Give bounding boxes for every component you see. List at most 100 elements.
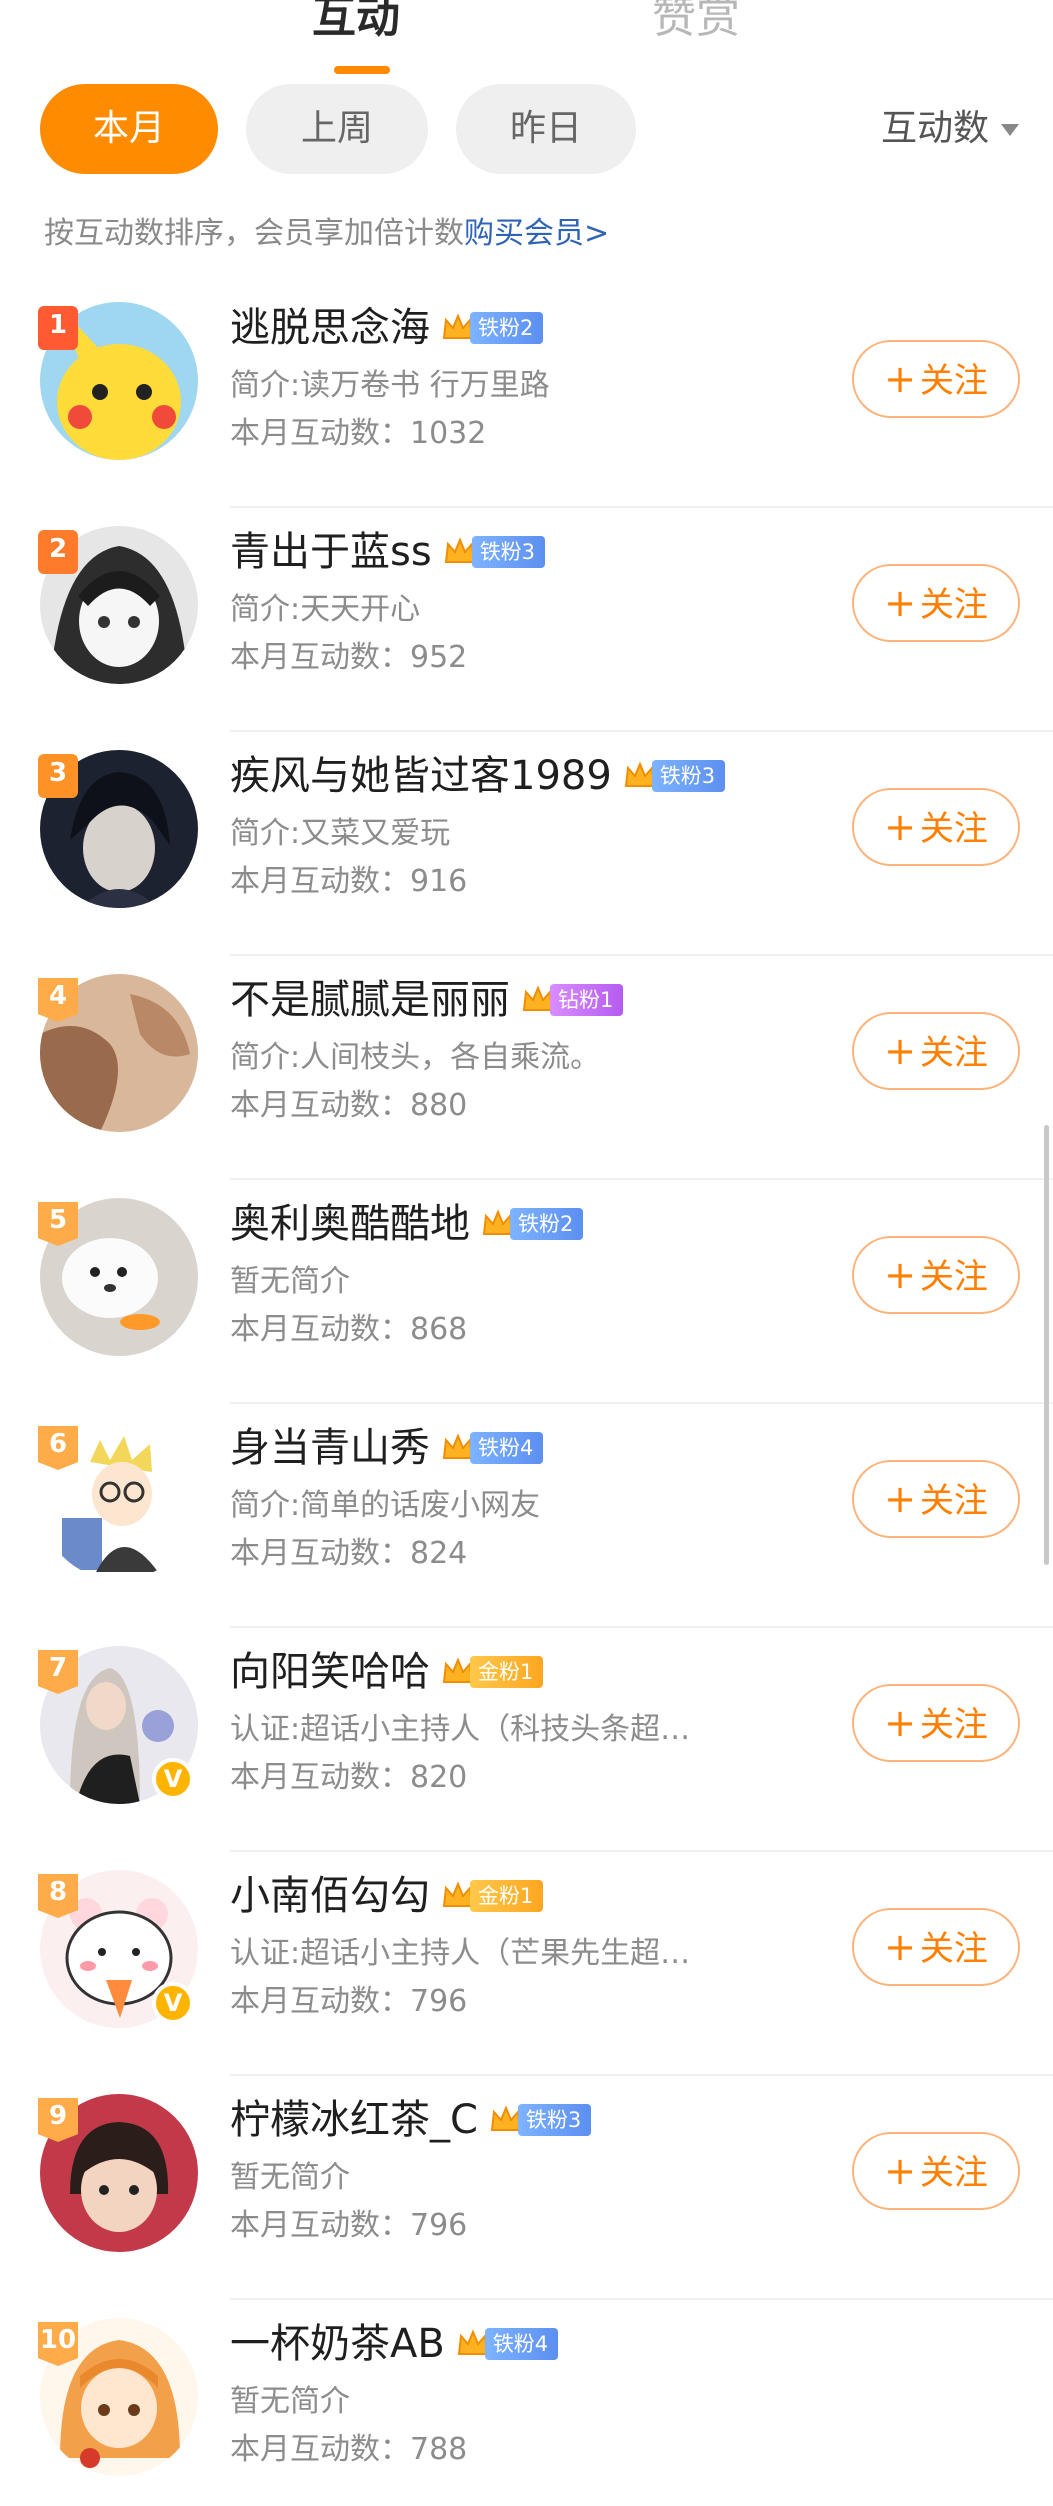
user-bio: 暂无简介 <box>230 2160 350 2195</box>
plus-icon: + <box>884 1477 916 1521</box>
fan-badge: 铁粉3 <box>488 2102 592 2138</box>
follow-label: 关注 <box>919 2153 988 2193</box>
caret-down-icon <box>1001 124 1019 136</box>
user-name[interactable]: 疾风与她皆过客1989 <box>230 746 612 806</box>
user-name[interactable]: 向阳笑哈哈 <box>230 1642 430 1702</box>
fan-badge: 金粉1 <box>440 1878 544 1914</box>
filter-yesterday[interactable]: 昨日 <box>456 84 636 174</box>
follow-button[interactable]: + 关注 <box>852 1012 1020 1090</box>
tab-interaction[interactable]: 互动 <box>312 0 400 48</box>
interaction-count: 本月互动数：916 <box>230 864 468 899</box>
list-item[interactable]: V 7 向阳笑哈哈 金粉1 认证:超话小主持人（科技头条超… 本月互动数：820… <box>0 1628 1053 1852</box>
top-tab-bar: 互动 赞赏 <box>0 0 1053 80</box>
user-bio: 简介:天天开心 <box>230 592 421 627</box>
rank-badge: 2 <box>38 530 78 574</box>
list-item[interactable]: 10 一杯奶茶AB 铁粉4 暂无简介 本月互动数：788 <box>0 2300 1053 2506</box>
follow-button[interactable]: + 关注 <box>852 788 1020 866</box>
fan-level: 铁粉2 <box>510 1208 584 1240</box>
fan-level: 铁粉4 <box>470 1432 544 1464</box>
follow-label: 关注 <box>919 1033 988 1073</box>
filter-bar: 本月 上周 昨日 互动数 <box>0 84 1053 178</box>
user-name[interactable]: 不是腻腻是丽丽 <box>230 970 510 1030</box>
follow-button[interactable]: + 关注 <box>852 2132 1020 2210</box>
rank-badge: 5 <box>38 1202 78 1246</box>
list-item[interactable]: 2 青出于蓝ss 铁粉3 简介:天天开心 本月互动数：952 + 关注 <box>0 508 1053 732</box>
plus-icon: + <box>884 1253 916 1297</box>
rank-badge: 3 <box>38 754 78 798</box>
fan-level: 金粉1 <box>470 1656 544 1688</box>
fan-badge: 铁粉2 <box>440 310 544 346</box>
plus-icon: + <box>884 1701 916 1745</box>
user-bio: 简介:简单的话废小网友 <box>230 1488 541 1523</box>
sort-dropdown[interactable]: 互动数 <box>881 106 1019 152</box>
interaction-count: 本月互动数：796 <box>230 1984 468 2019</box>
fan-level: 铁粉2 <box>470 312 544 344</box>
interaction-count: 本月互动数：868 <box>230 1312 468 1347</box>
rank-badge: 10 <box>38 2322 78 2366</box>
follow-label: 关注 <box>919 585 988 625</box>
follow-button[interactable]: + 关注 <box>852 340 1020 418</box>
follow-button[interactable]: + 关注 <box>852 1236 1020 1314</box>
name-line: 奥利奥酷酷地 铁粉2 <box>230 1194 584 1254</box>
interaction-count: 本月互动数：820 <box>230 1760 468 1795</box>
follow-button[interactable]: + 关注 <box>852 564 1020 642</box>
list-item[interactable]: V 8 小南佰勾勾 金粉1 认证:超话小主持人（芒果先生超… 本月互动数：796… <box>0 1852 1053 2076</box>
follow-label: 关注 <box>919 809 988 849</box>
name-line: 向阳笑哈哈 金粉1 <box>230 1642 544 1702</box>
list-item[interactable]: 1 逃脱思念海 铁粉2 简介:读万卷书 行万里路 本月互动数：1032 + 关注 <box>0 284 1053 508</box>
user-name[interactable]: 身当青山秀 <box>230 1418 430 1478</box>
verified-icon: V <box>152 1758 194 1800</box>
rank-badge: 4 <box>38 978 78 1022</box>
filter-this-month[interactable]: 本月 <box>40 84 218 174</box>
user-bio: 简介:人间枝头，各自乘流。 <box>230 1040 601 1075</box>
follow-label: 关注 <box>919 361 988 401</box>
name-line: 不是腻腻是丽丽 钻粉1 <box>230 970 624 1030</box>
verified-icon: V <box>152 1982 194 2024</box>
interaction-count: 本月互动数：824 <box>230 1536 468 1571</box>
name-line: 一杯奶茶AB 铁粉4 <box>230 2314 559 2374</box>
interaction-count: 本月互动数：880 <box>230 1088 468 1123</box>
list-item[interactable]: 5 奥利奥酷酷地 铁粉2 暂无简介 本月互动数：868 + 关注 <box>0 1180 1053 1404</box>
buy-membership-link[interactable]: 购买会员> <box>464 216 609 251</box>
ranking-list: 1 逃脱思念海 铁粉2 简介:读万卷书 行万里路 本月互动数：1032 + 关注 … <box>0 284 1053 2506</box>
user-bio: 认证:超话小主持人（芒果先生超… <box>230 1936 691 1971</box>
user-bio: 简介:又菜又爱玩 <box>230 816 451 851</box>
name-line: 小南佰勾勾 金粉1 <box>230 1866 544 1926</box>
active-tab-indicator <box>334 66 390 74</box>
list-item[interactable]: 9 柠檬冰红茶_C 铁粉3 暂无简介 本月互动数：796 + 关注 <box>0 2076 1053 2300</box>
rank-badge: 9 <box>38 2098 78 2142</box>
name-line: 柠檬冰红茶_C 铁粉3 <box>230 2090 592 2150</box>
list-item[interactable]: 6 身当青山秀 铁粉4 简介:简单的话废小网友 本月互动数：824 + 关注 <box>0 1404 1053 1628</box>
fan-badge: 铁粉2 <box>480 1206 584 1242</box>
fan-badge: 金粉1 <box>440 1654 544 1690</box>
fan-level: 铁粉4 <box>484 2328 559 2360</box>
plus-icon: + <box>884 1029 916 1073</box>
user-name[interactable]: 一杯奶茶AB <box>230 2314 445 2374</box>
user-bio: 暂无简介 <box>230 1264 350 1299</box>
fan-badge: 钻粉1 <box>520 982 624 1018</box>
rank-badge: 1 <box>38 306 78 350</box>
user-name[interactable]: 青出于蓝ss <box>230 522 432 582</box>
list-item[interactable]: 3 疾风与她皆过客1989 铁粉3 简介:又菜又爱玩 本月互动数：916 + 关注 <box>0 732 1053 956</box>
sort-hint: 按互动数排序，会员享加倍计数购买会员> <box>44 212 609 256</box>
user-bio: 认证:超话小主持人（科技头条超… <box>230 1712 691 1747</box>
follow-button[interactable]: + 关注 <box>852 1908 1020 1986</box>
filter-last-week[interactable]: 上周 <box>246 84 428 174</box>
follow-label: 关注 <box>919 1257 988 1297</box>
user-name[interactable]: 逃脱思念海 <box>230 298 430 358</box>
user-bio: 暂无简介 <box>230 2384 350 2419</box>
follow-button[interactable]: + 关注 <box>852 1684 1020 1762</box>
tab-appreciation[interactable]: 赞赏 <box>652 0 740 48</box>
scrollbar[interactable] <box>1044 1125 1049 1565</box>
name-line: 逃脱思念海 铁粉2 <box>230 298 544 358</box>
user-name[interactable]: 小南佰勾勾 <box>230 1866 430 1926</box>
name-line: 身当青山秀 铁粉4 <box>230 1418 544 1478</box>
user-name[interactable]: 奥利奥酷酷地 <box>230 1194 470 1254</box>
fan-level: 钻粉1 <box>550 984 624 1016</box>
name-line: 疾风与她皆过客1989 铁粉3 <box>230 746 726 806</box>
fan-level: 铁粉3 <box>517 2104 592 2136</box>
interaction-count: 本月互动数：1032 <box>230 416 487 451</box>
user-name[interactable]: 柠檬冰红茶_C <box>230 2090 478 2150</box>
follow-button[interactable]: + 关注 <box>852 1460 1020 1538</box>
list-item[interactable]: 4 不是腻腻是丽丽 钻粉1 简介:人间枝头，各自乘流。 本月互动数：880 + 关… <box>0 956 1053 1180</box>
